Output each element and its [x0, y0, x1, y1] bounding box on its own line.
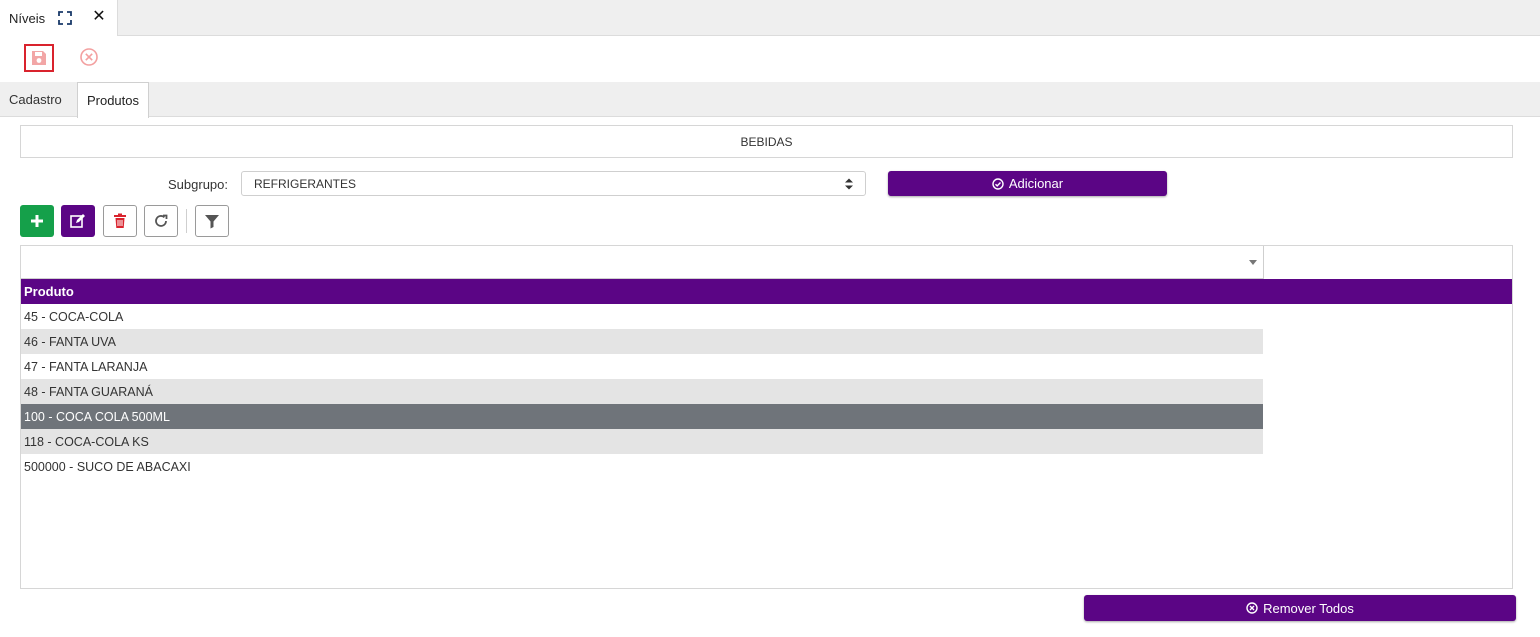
- delete-button[interactable]: [103, 205, 137, 237]
- check-circle-icon: [992, 177, 1004, 190]
- cancel-circle-icon: [80, 48, 98, 66]
- adicionar-label: Adicionar: [1008, 176, 1064, 191]
- remover-todos-label: Remover Todos: [1263, 600, 1354, 616]
- filter-button[interactable]: [195, 205, 229, 237]
- toolbar-separator: [186, 209, 187, 233]
- sub-tab-strip: Cadastro Produtos: [0, 82, 1540, 118]
- plus-icon: [31, 215, 43, 227]
- grid-header-produto[interactable]: Produto: [21, 279, 1512, 304]
- adicionar-button[interactable]: Adicionar: [888, 171, 1167, 196]
- remover-todos-button[interactable]: Remover Todos: [1084, 595, 1516, 621]
- grid-rows: 45 - COCA-COLA 46 - FANTA UVA 47 - FANTA…: [21, 304, 1263, 479]
- refresh-icon: [155, 214, 168, 227]
- subgrupo-select[interactable]: REFRIGERANTES: [241, 171, 866, 196]
- edit-button[interactable]: [61, 205, 95, 237]
- edit-icon: [70, 214, 85, 228]
- close-icon[interactable]: ✕: [90, 8, 108, 26]
- subgrupo-label: Subgrupo:: [168, 177, 228, 192]
- table-row-selected[interactable]: 100 - COCA COLA 500ML: [21, 404, 1263, 429]
- select-arrows-icon: [845, 178, 853, 190]
- tab-produtos[interactable]: Produtos: [77, 82, 149, 118]
- trash-icon: [114, 213, 126, 228]
- grid-filter-input[interactable]: [21, 246, 1264, 279]
- app-window: Níveis ✕ Cadastro Produtos BEBIDAS Subgr…: [0, 0, 1540, 637]
- filter-icon: [205, 215, 219, 229]
- window-tab-strip: Níveis ✕: [0, 0, 1540, 36]
- subgrupo-selected-value: REFRIGERANTES: [254, 176, 357, 191]
- cancel-button[interactable]: [78, 46, 100, 68]
- new-button[interactable]: [20, 205, 54, 237]
- table-row[interactable]: 500000 - SUCO DE ABACAXI: [21, 454, 1263, 479]
- expand-icon[interactable]: [56, 9, 74, 27]
- save-button[interactable]: [24, 44, 54, 72]
- refresh-button[interactable]: [144, 205, 178, 237]
- table-row[interactable]: 118 - COCA-COLA KS: [21, 429, 1263, 454]
- tab-cadastro[interactable]: Cadastro: [9, 82, 62, 117]
- tab-niveis[interactable]: Níveis ✕: [0, 0, 118, 36]
- save-icon: [32, 51, 46, 65]
- table-row[interactable]: 45 - COCA-COLA: [21, 304, 1263, 329]
- table-row[interactable]: 47 - FANTA LARANJA: [21, 354, 1263, 379]
- dropdown-caret-icon[interactable]: [1249, 260, 1257, 265]
- table-row[interactable]: 46 - FANTA UVA: [21, 329, 1263, 354]
- table-row[interactable]: 48 - FANTA GUARANÁ: [21, 379, 1263, 404]
- tab-niveis-label: Níveis: [9, 10, 46, 26]
- products-grid: Produto 45 - COCA-COLA 46 - FANTA UVA 47…: [20, 245, 1513, 589]
- group-name: BEBIDAS: [20, 125, 1513, 158]
- remove-circle-icon: [1246, 602, 1258, 614]
